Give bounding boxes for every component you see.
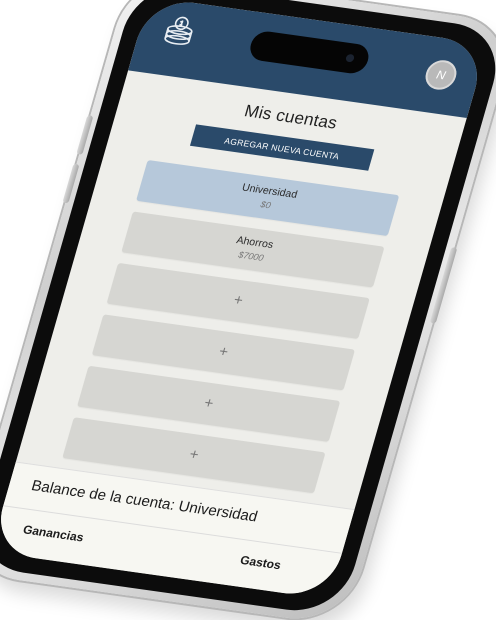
- coin-stack-icon[interactable]: [158, 13, 201, 51]
- accounts-list: Universidad $0 Ahorros $7000 + + + +: [19, 154, 443, 500]
- phone-bezel: N Mis cuentas AGREGAR NUEVA CUENTA Unive…: [0, 0, 496, 618]
- camera-dot: [344, 53, 356, 63]
- tab-expenses[interactable]: Gastos: [239, 553, 283, 572]
- mockup-stage: N Mis cuentas AGREGAR NUEVA CUENTA Unive…: [0, 0, 496, 620]
- user-avatar[interactable]: N: [421, 58, 461, 92]
- phone-device: N Mis cuentas AGREGAR NUEVA CUENTA Unive…: [0, 0, 496, 620]
- dynamic-island: [246, 29, 373, 76]
- app-screen: N Mis cuentas AGREGAR NUEVA CUENTA Unive…: [0, 0, 488, 600]
- tab-income[interactable]: Ganancias: [21, 522, 85, 544]
